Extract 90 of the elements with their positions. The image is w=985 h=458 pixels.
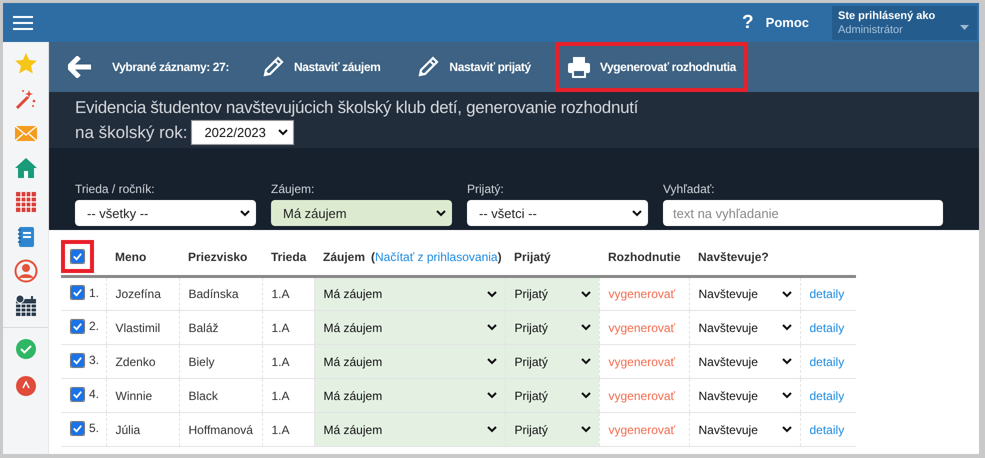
checkbox[interactable] [70, 285, 85, 300]
calendar-grid-icon[interactable] [14, 190, 38, 214]
details-link[interactable]: detaily [810, 388, 844, 402]
chevron-icon [782, 426, 792, 433]
page-title: Evidencia študentov navštevujúcich školský klub detí, generovanie rozhodnutí [75, 98, 640, 118]
user-name: Administrátor [838, 24, 904, 36]
attendance-select[interactable]: Navštevuje [698, 287, 800, 301]
checkbox[interactable] [70, 249, 85, 264]
user-dropdown[interactable]: Ste prihlásený ako Administrátor [832, 6, 977, 40]
details-link[interactable]: detaily [810, 354, 844, 368]
chevron-icon [580, 324, 590, 331]
filter-select[interactable]: -- všetky -- [75, 200, 256, 226]
filter-label: Vyhľadať: [663, 182, 716, 196]
load-link[interactable]: Načítať z prihlasovania [375, 250, 498, 264]
parenthesis: ) [498, 250, 502, 264]
column-header: Meno [106, 238, 179, 276]
caret-icon [960, 25, 969, 30]
table-cell: Winnie [106, 378, 179, 412]
table-cell: Vlastimil [106, 310, 179, 344]
checkbox[interactable] [70, 386, 85, 402]
table-cell: Júlia [106, 412, 179, 446]
chevron-icon [278, 129, 288, 136]
table-cell: Baláž [179, 310, 262, 344]
help-icon[interactable]: ? [742, 12, 754, 34]
chevron-icon [782, 324, 792, 331]
attendance-select[interactable]: Navštevuje [698, 320, 800, 334]
filter-label: Trieda / ročník: [75, 182, 156, 196]
column-header: Záujem [323, 250, 366, 264]
row-number: 1. [89, 286, 100, 300]
parenthesis: ( [371, 250, 376, 264]
search-field[interactable]: text na vyhľadanie [663, 200, 943, 226]
chevron-icon [580, 426, 590, 433]
row-number: 3. [89, 353, 100, 367]
checkbox[interactable] [70, 420, 85, 436]
row-number: 5. [89, 421, 100, 435]
row-number: 4. [89, 387, 100, 401]
selected-count: Vybrané záznamy: 27: [112, 60, 229, 74]
attendance-select[interactable]: Navštevuje [698, 388, 800, 402]
year-select[interactable]: 2022/2023 [191, 120, 294, 145]
chevron-icon [486, 358, 496, 365]
filter-select[interactable]: Má záujem [271, 200, 452, 226]
checkbox[interactable] [70, 352, 85, 368]
year-label: na školský rok: [75, 122, 188, 142]
printer-icon [566, 55, 591, 79]
table-cell: Hoffmanová [179, 412, 262, 446]
toolbar-button[interactable]: Nastaviť prijatý [404, 42, 543, 92]
person-icon[interactable] [14, 259, 38, 284]
column-header: Priezvisko [179, 238, 262, 276]
table-cell: Biely [179, 344, 262, 378]
chevron-icon [782, 392, 792, 399]
chevron-icon [486, 392, 496, 399]
chevron-icon [486, 426, 496, 433]
table-cell: Jozefína [106, 276, 179, 310]
table-cell: Badínska [179, 276, 262, 310]
back-arrow-icon[interactable] [68, 56, 92, 78]
filter-label: Prijatý: [467, 182, 505, 196]
table-cell: Black [179, 378, 262, 412]
attendance-select[interactable]: Navštevuje [698, 422, 800, 436]
checkbox[interactable] [70, 318, 85, 334]
chevron-icon [436, 210, 446, 216]
chevron-icon [632, 210, 642, 216]
filter-select[interactable]: -- všetci -- [467, 200, 648, 226]
chevron-icon [486, 290, 496, 298]
house-icon[interactable] [14, 156, 38, 180]
toolbar-button[interactable]: Nastaviť záujem [248, 42, 392, 92]
pencil-icon [260, 55, 285, 79]
calendar-icon[interactable] [14, 294, 38, 318]
check-circle-icon[interactable] [14, 337, 38, 362]
details-link[interactable]: detaily [810, 422, 844, 436]
chevron-icon [580, 392, 590, 399]
filter-label: Záujem: [271, 182, 316, 196]
user-caption: Ste prihlásený ako [838, 10, 936, 22]
pencil-icon [416, 55, 440, 79]
chevron-icon [782, 290, 792, 298]
column-header: Trieda [262, 238, 314, 276]
attendance-select[interactable]: Navštevuje [698, 354, 800, 368]
toolbar-button[interactable]: Vygenerovať rozhodnutia [554, 42, 748, 92]
help-link[interactable]: Pomoc [766, 15, 809, 30]
column-header: Navštevuje? [689, 238, 800, 276]
chevron-icon [240, 210, 250, 216]
details-link[interactable]: detaily [810, 320, 844, 334]
column-header: Rozhodnutie [599, 238, 689, 276]
row-number: 2. [89, 319, 100, 333]
chevron-icon [782, 358, 792, 365]
chevron-icon [486, 324, 496, 331]
table-cell: Zdenko [106, 344, 179, 378]
chevron-icon [580, 358, 590, 365]
chevron-icon [580, 290, 590, 298]
menu-icon[interactable] [13, 14, 33, 30]
details-link[interactable]: detaily [810, 287, 844, 301]
